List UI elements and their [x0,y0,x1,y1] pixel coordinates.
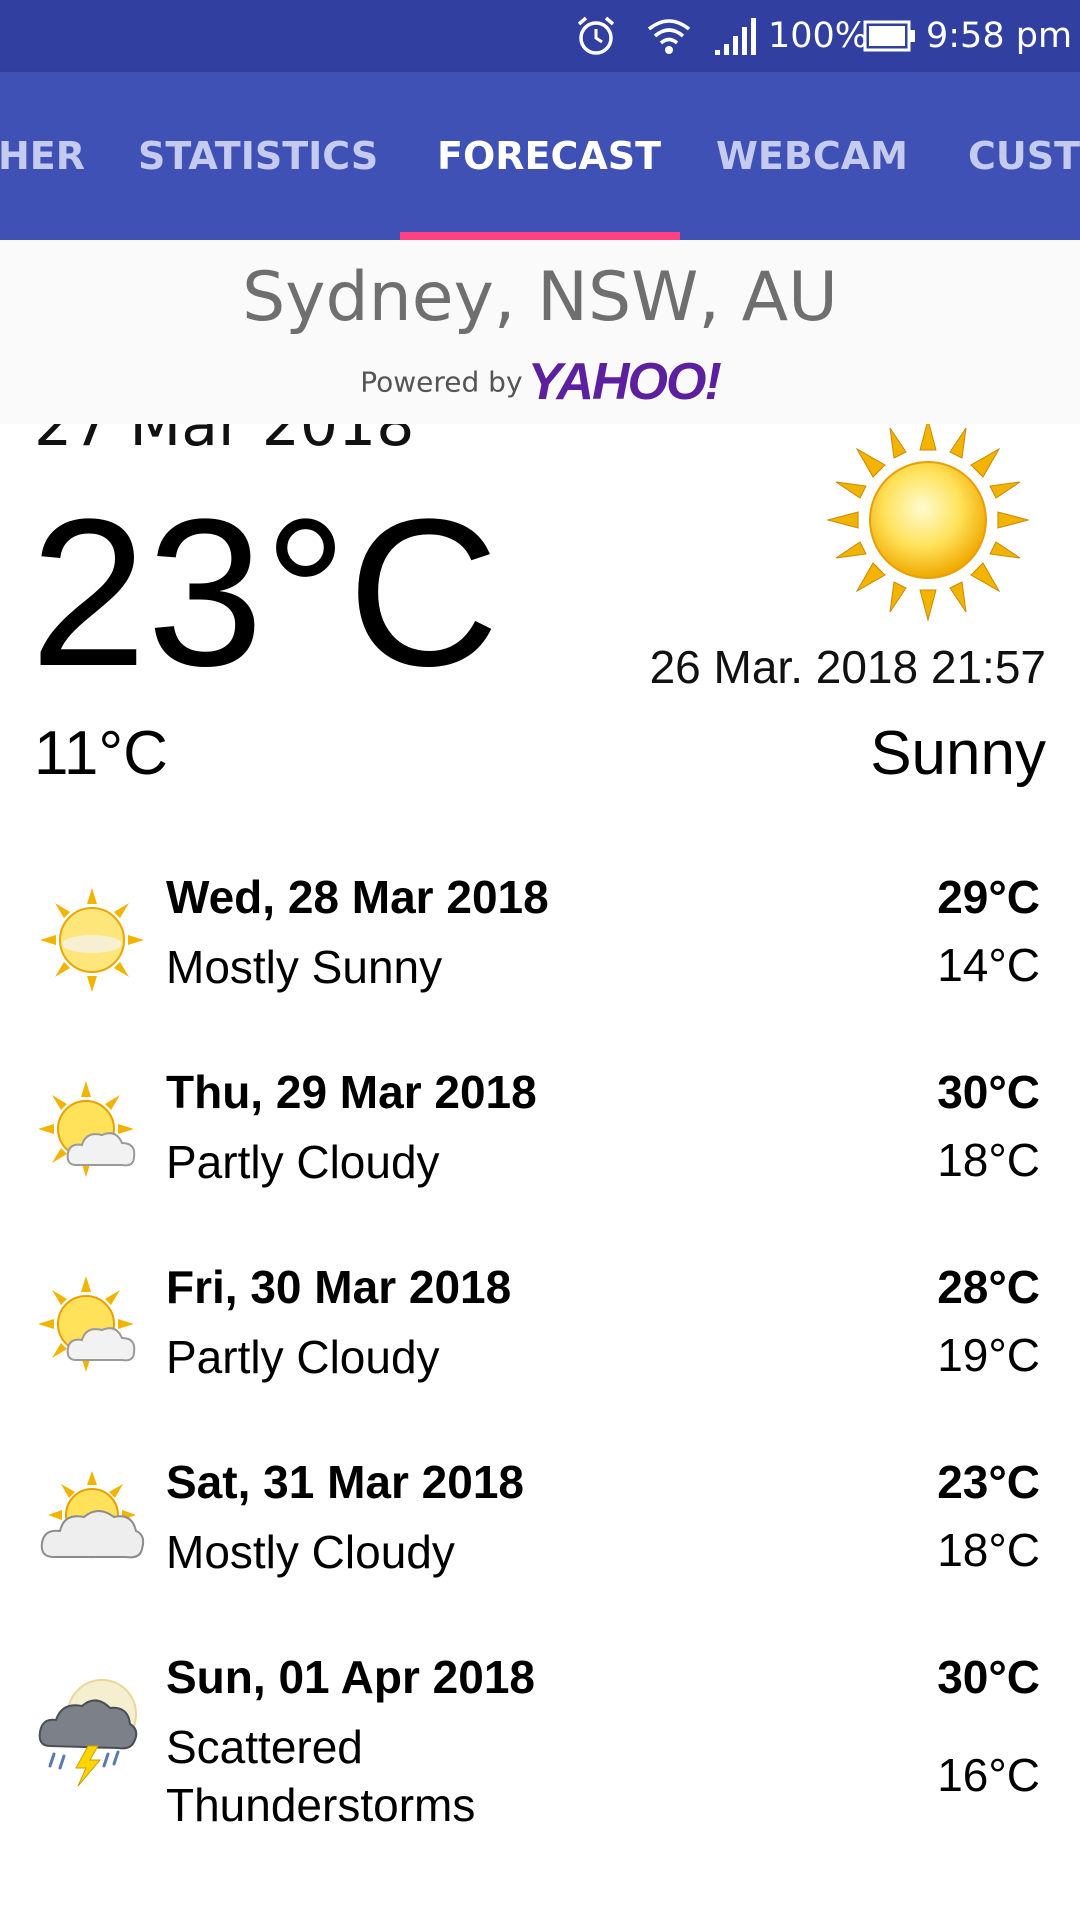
forecast-condition: Partly Cloudy [166,1331,440,1383]
forecast-high: 29°C [937,871,1040,923]
location-title: Sydney, NSW, AU [242,258,838,337]
thunderstorm-icon [36,1676,148,1788]
partly-cloudy-icon [36,1274,148,1386]
battery-percent: 100% [768,16,869,56]
forecast-low: 18°C [937,1524,1040,1576]
location-header: Sydney, NSW, AU Powered by YAHOO! [0,240,1080,424]
partly-cloudy-icon [36,1079,148,1191]
alarm-icon [574,14,618,58]
forecast-date: Sat, 31 Mar 2018 [166,1456,525,1508]
forecast-date: Sun, 01 Apr 2018 [166,1651,536,1703]
forecast-low: 14°C [937,939,1040,991]
powered-by-yahoo[interactable]: Powered by YAHOO! [0,352,1080,412]
forecast-condition: Scattered Thunderstorms [166,1721,476,1831]
tab-statistics[interactable]: STATISTICS [138,72,378,240]
forecast-low: 16°C [937,1749,1040,1801]
tab-indicator [400,232,680,240]
mostly-sunny-icon [36,884,148,996]
forecast-row[interactable]: Fri, 30 Mar 2018 Partly Cloudy 28°C 19°C [0,1260,1080,1455]
forecast-low: 18°C [937,1134,1040,1186]
tab-bar: HER STATISTICS FORECAST WEBCAM CUSTO [0,72,1080,240]
forecast-date: Wed, 28 Mar 2018 [166,871,549,923]
current-condition: Sunny [870,719,1046,788]
updated-timestamp: 26 Mar. 2018 21:57 [649,641,1046,693]
tab-forecast[interactable]: FORECAST [437,72,661,240]
yahoo-logo: YAHOO! [527,353,722,411]
battery-icon [862,14,918,58]
powered-by-label: Powered by [360,365,523,399]
tab-weather[interactable]: HER [0,72,85,240]
sun-icon [818,418,1038,630]
forecast-high: 23°C [937,1456,1040,1508]
tab-webcam[interactable]: WEBCAM [716,72,908,240]
forecast-condition: Mostly Cloudy [166,1526,455,1578]
forecast-condition: Mostly Sunny [166,941,443,993]
forecast-low: 19°C [937,1329,1040,1381]
current-low-temperature: 11°C [34,719,168,788]
forecast-row[interactable]: Sat, 31 Mar 2018 Mostly Cloudy 23°C 18°C [0,1455,1080,1650]
forecast-date: Thu, 29 Mar 2018 [166,1066,537,1118]
wifi-icon [644,14,694,58]
forecast-condition: Partly Cloudy [166,1136,440,1188]
forecast-row[interactable]: Thu, 29 Mar 2018 Partly Cloudy 30°C 18°C [0,1065,1080,1260]
forecast-row[interactable]: Sun, 01 Apr 2018 Scattered Thunderstorms… [0,1650,1080,1845]
forecast-row[interactable]: Wed, 28 Mar 2018 Mostly Sunny 29°C 14°C [0,870,1080,1065]
forecast-high: 28°C [937,1261,1040,1313]
forecast-high: 30°C [937,1651,1040,1703]
signal-icon [712,14,760,58]
mostly-cloudy-icon [36,1469,148,1581]
current-temperature: 23°C [30,475,500,710]
forecast-date: Fri, 30 Mar 2018 [166,1261,512,1313]
status-time: 9:58 pm [926,16,1073,56]
status-bar: 100% 9:58 pm [0,0,1080,72]
tab-custom[interactable]: CUSTO [968,72,1080,240]
forecast-high: 30°C [937,1066,1040,1118]
